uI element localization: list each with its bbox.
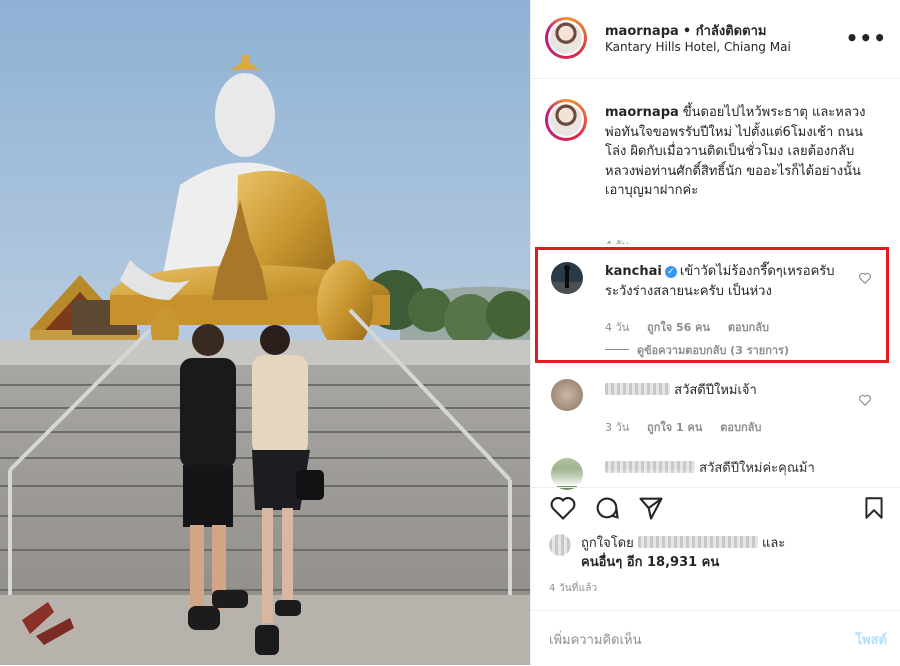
comment-body: สวัสดีปีใหม่เจ้า — [605, 381, 855, 401]
comment-meta: 3 วัน ถูกใจ 1 คน ตอบกลับ — [605, 418, 775, 436]
view-replies[interactable]: ดูข้อความตอบกลับ (3 รายการ) — [605, 341, 803, 359]
action-bar — [531, 487, 900, 528]
post-image — [0, 0, 530, 665]
more-options-icon[interactable]: ••• — [846, 26, 887, 50]
like-heart-icon[interactable] — [549, 494, 577, 522]
comment-likes[interactable]: ถูกใจ 1 คน — [647, 421, 702, 434]
redacted-avatar — [549, 534, 571, 556]
bookmark-icon[interactable] — [861, 494, 887, 522]
reply-button[interactable]: ตอบกลับ — [728, 321, 769, 334]
comment-likes[interactable]: ถูกใจ 56 คน — [647, 321, 710, 334]
comment-avatar[interactable] — [551, 262, 583, 294]
comment-input[interactable]: เพิ่มความคิดเห็น — [549, 629, 642, 650]
caption-time: 4 วัน — [605, 236, 629, 244]
comment-text: สวัสดีปีใหม่เจ้า — [674, 383, 757, 398]
caption-username[interactable]: maornapa — [605, 105, 679, 120]
redacted-liker — [637, 536, 758, 548]
post-header: maornapa • กำลังติดตาม Kantary Hills Hot… — [531, 0, 900, 79]
caption-avatar[interactable] — [545, 99, 587, 141]
reply-button[interactable]: ตอบกลับ — [720, 421, 761, 434]
likes-summary: ถูกใจโดย และ คนอื่นๆ อีก 18,931 คน — [581, 534, 785, 572]
follow-status[interactable]: • กำลังติดตาม — [683, 24, 767, 39]
location-link[interactable]: Kantary Hills Hotel, Chiang Mai — [605, 40, 791, 54]
verified-badge-icon: ✓ — [664, 266, 677, 278]
post-timestamp[interactable]: 4 วันที่แล้ว — [549, 581, 597, 596]
heart-icon[interactable] — [858, 271, 872, 285]
comment-avatar[interactable] — [551, 379, 583, 411]
comments-fade — [531, 468, 900, 486]
author-avatar[interactable] — [545, 17, 587, 59]
heart-icon[interactable] — [858, 393, 872, 407]
comment-time: 3 วัน — [605, 421, 630, 434]
redacted-username — [605, 383, 670, 395]
replies-divider — [605, 349, 629, 350]
likes-and: และ — [762, 536, 786, 551]
post-caption: maornapa ขึ้นดอยไปไหว้พระธาตุ และหลวงพ่อท… — [605, 103, 875, 201]
comment-bubble-icon[interactable] — [593, 494, 621, 522]
likes-prefix: ถูกใจโดย — [581, 536, 634, 551]
post-sidebar: maornapa • กำลังติดตาม Kantary Hills Hot… — [530, 0, 900, 665]
add-comment-bar: เพิ่มความคิดเห็น โพสต์ — [531, 610, 900, 666]
view-replies-label[interactable]: ดูข้อความตอบกลับ (3 รายการ) — [637, 344, 789, 357]
comment-time: 4 วัน — [605, 321, 630, 334]
likes-others[interactable]: คนอื่นๆ อีก 18,931 คน — [581, 555, 719, 570]
comment-username[interactable]: kanchai — [605, 264, 662, 279]
liker-avatar[interactable] — [549, 534, 571, 556]
comment-body: kanchai ✓ เข้าวัดไม่ร้องกรี๊ดๆเหรอครับ ระว… — [605, 262, 855, 301]
comment-meta: 4 วัน ถูกใจ 56 คน ตอบกลับ — [605, 318, 783, 336]
post-photo[interactable] — [0, 0, 530, 665]
post-comment-button[interactable]: โพสต์ — [855, 629, 887, 650]
share-paper-plane-icon[interactable] — [637, 494, 665, 522]
author-username[interactable]: maornapa — [605, 24, 679, 39]
